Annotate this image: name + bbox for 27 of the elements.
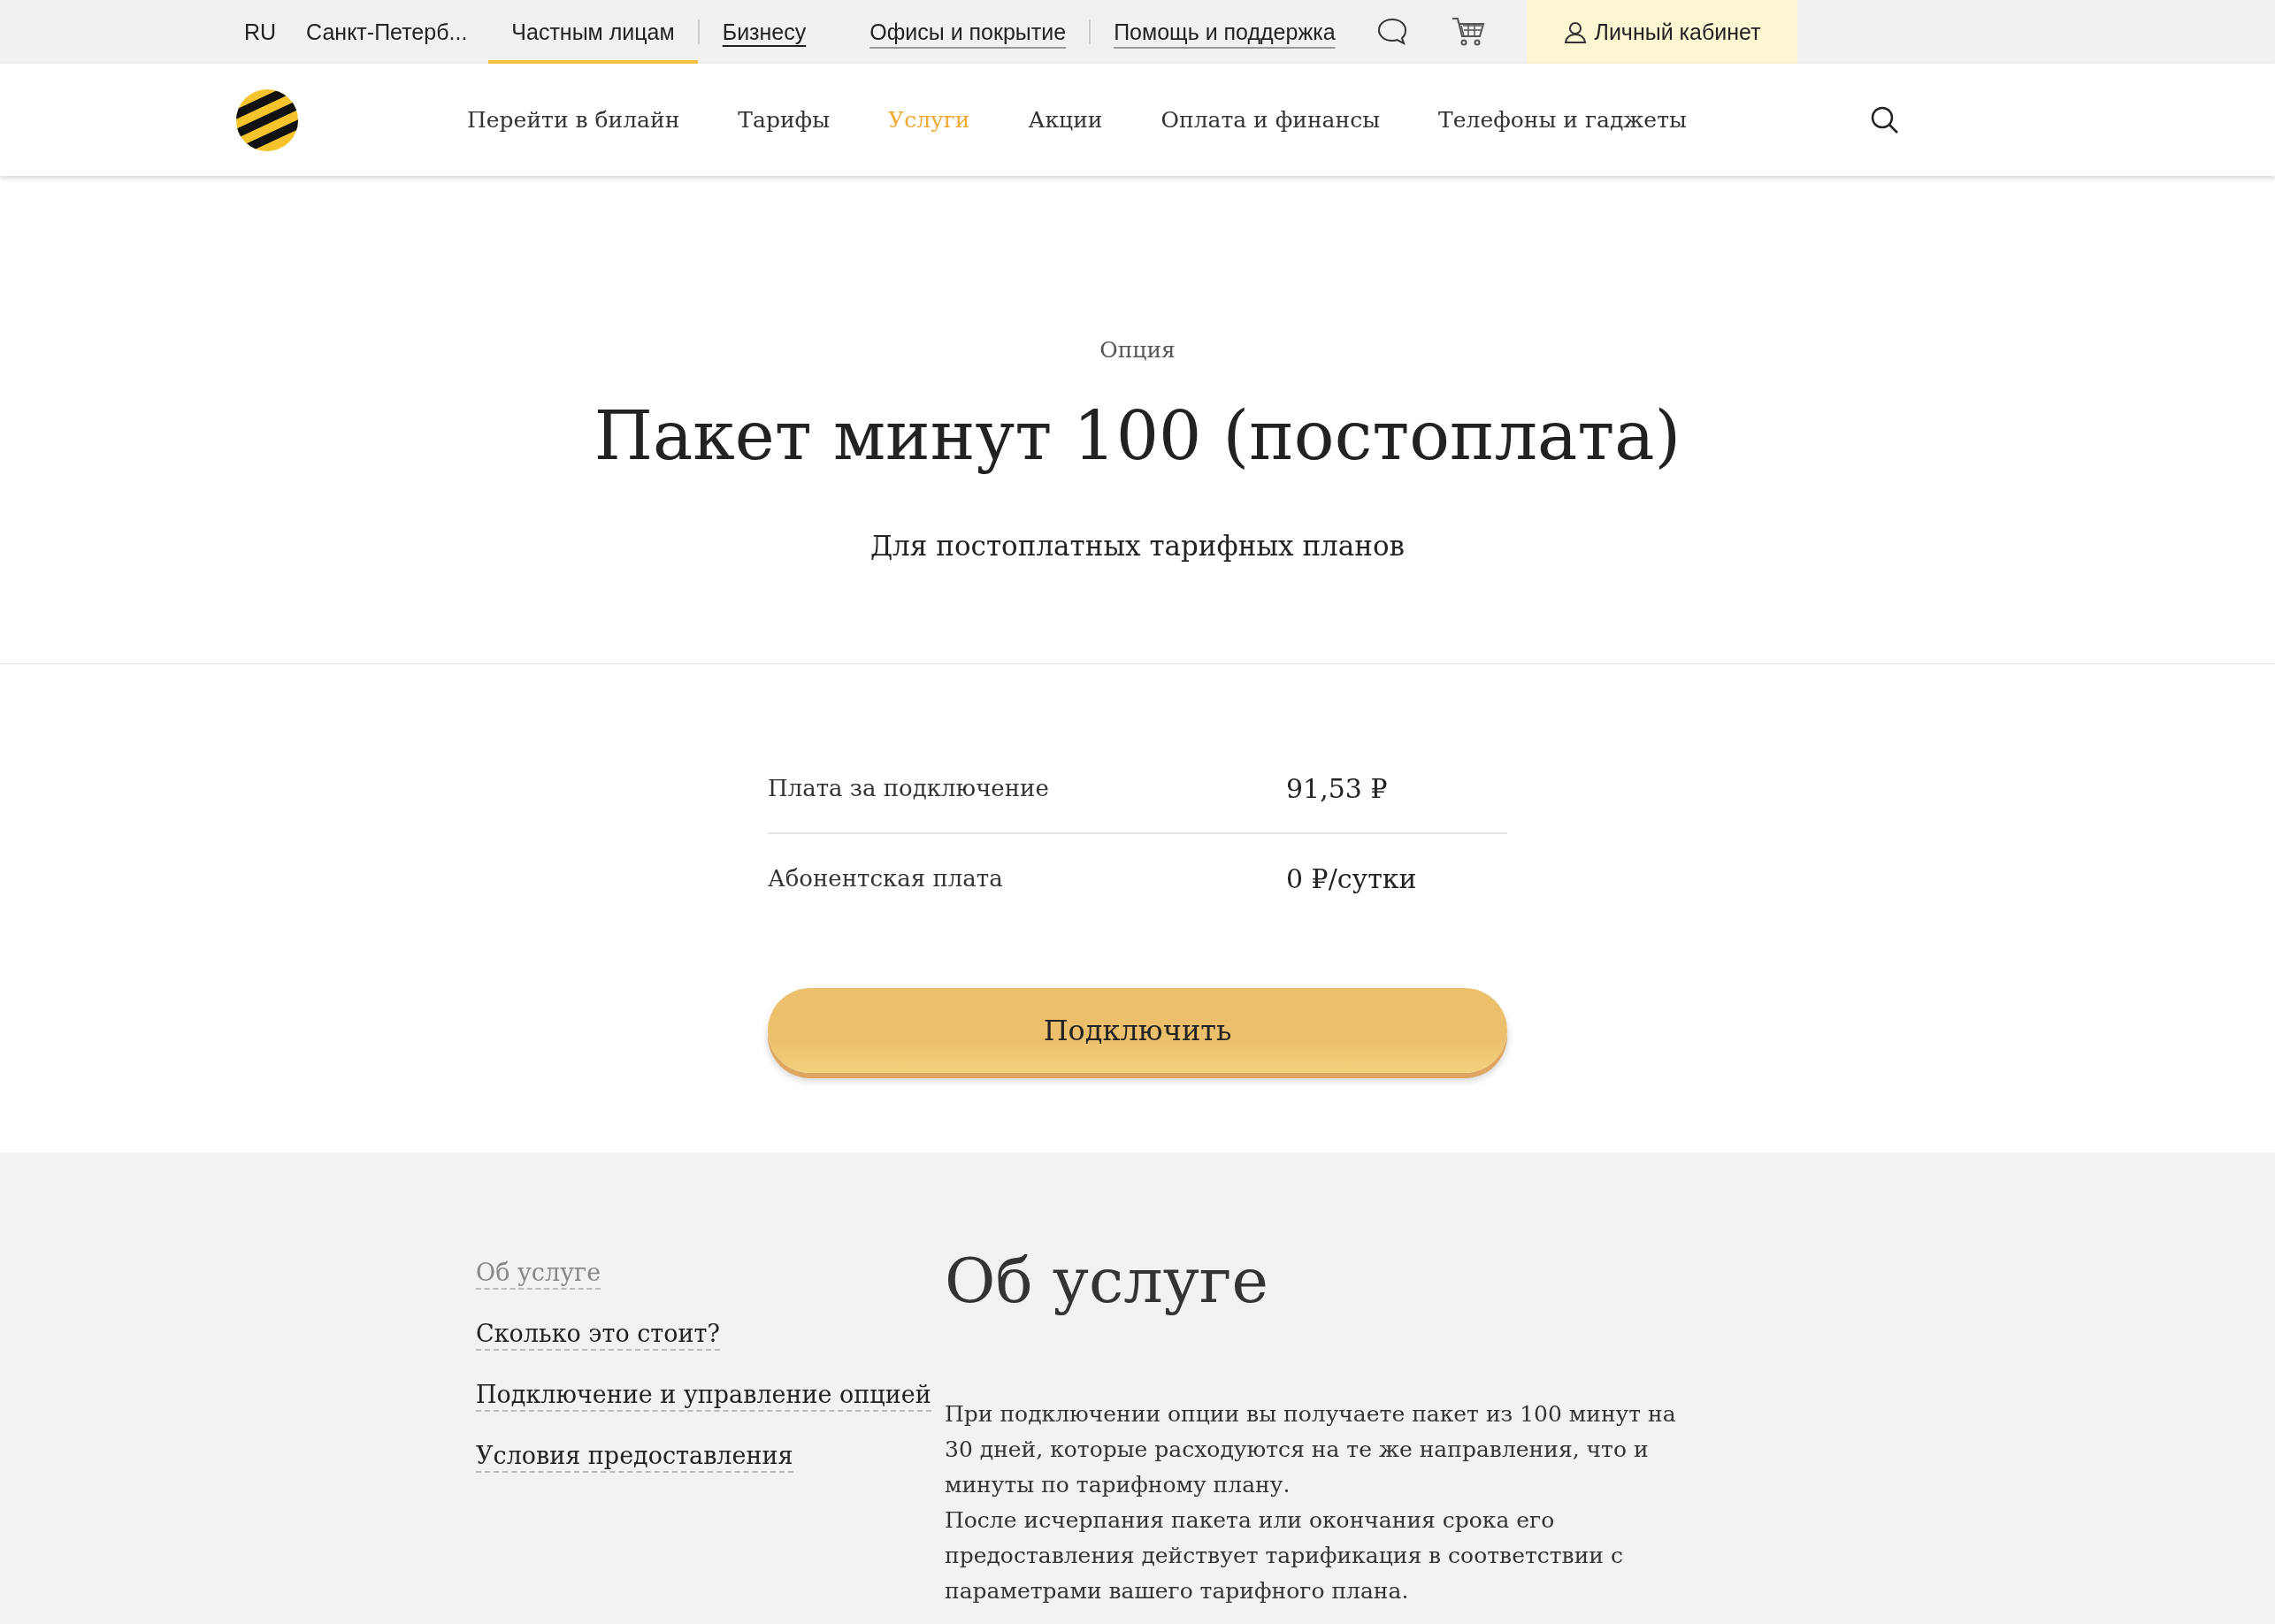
description-paragraph: После исчерпания пакета или окончания срока его предоставления действует тарификация в соответствии с параметрами вашего тарифного плана.: [945, 1506, 1624, 1605]
language-selector[interactable]: RU: [244, 0, 277, 64]
nav-link[interactable]: Оплата и финансы: [1160, 107, 1381, 133]
top-link[interactable]: Офисы и покрытие: [846, 0, 1090, 64]
top-link[interactable]: Помощь и поддержка: [1091, 0, 1359, 64]
price-label: Абонентская плата: [768, 865, 1004, 892]
price-value: 91,53 ₽: [1286, 772, 1388, 804]
section-link[interactable]: Условия предоставления: [476, 1442, 793, 1473]
nav-link[interactable]: Тарифы: [738, 107, 831, 133]
nav-link[interactable]: Акции: [1028, 107, 1103, 133]
segment-tab[interactable]: Бизнесу: [699, 0, 830, 64]
account-button[interactable]: Личный кабинет: [1526, 0, 1797, 64]
description-paragraph: При подключении опции вы получаете пакет из 100 минут на 30 дней, которые расходуются на те же направления, что и минуты по тарифному плану.: [945, 1400, 1677, 1499]
section-link[interactable]: Сколько это стоит?: [476, 1320, 720, 1351]
price-value: 0 ₽/сутки: [1286, 862, 1417, 894]
segment-tab[interactable]: Частным лицам: [488, 0, 698, 64]
section-link[interactable]: Подключение и управление опцией: [476, 1381, 931, 1412]
city-selector[interactable]: Санкт-Петерб...: [306, 0, 468, 64]
chat-icon[interactable]: [1375, 17, 1408, 47]
nav-link[interactable]: Перейти в билайн: [467, 107, 680, 133]
price-label: Плата за подключение: [768, 775, 1050, 801]
person-icon: [1562, 19, 1588, 44]
page-subtitle: Для постоплатных тарифных планов: [869, 530, 1406, 562]
page-title: Пакет минут 100 (постоплата): [594, 396, 1681, 475]
option-label: Опция: [1099, 337, 1176, 363]
cart-icon[interactable]: [1450, 16, 1486, 48]
nav-link[interactable]: Телефоны и гаджеты: [1438, 107, 1687, 133]
